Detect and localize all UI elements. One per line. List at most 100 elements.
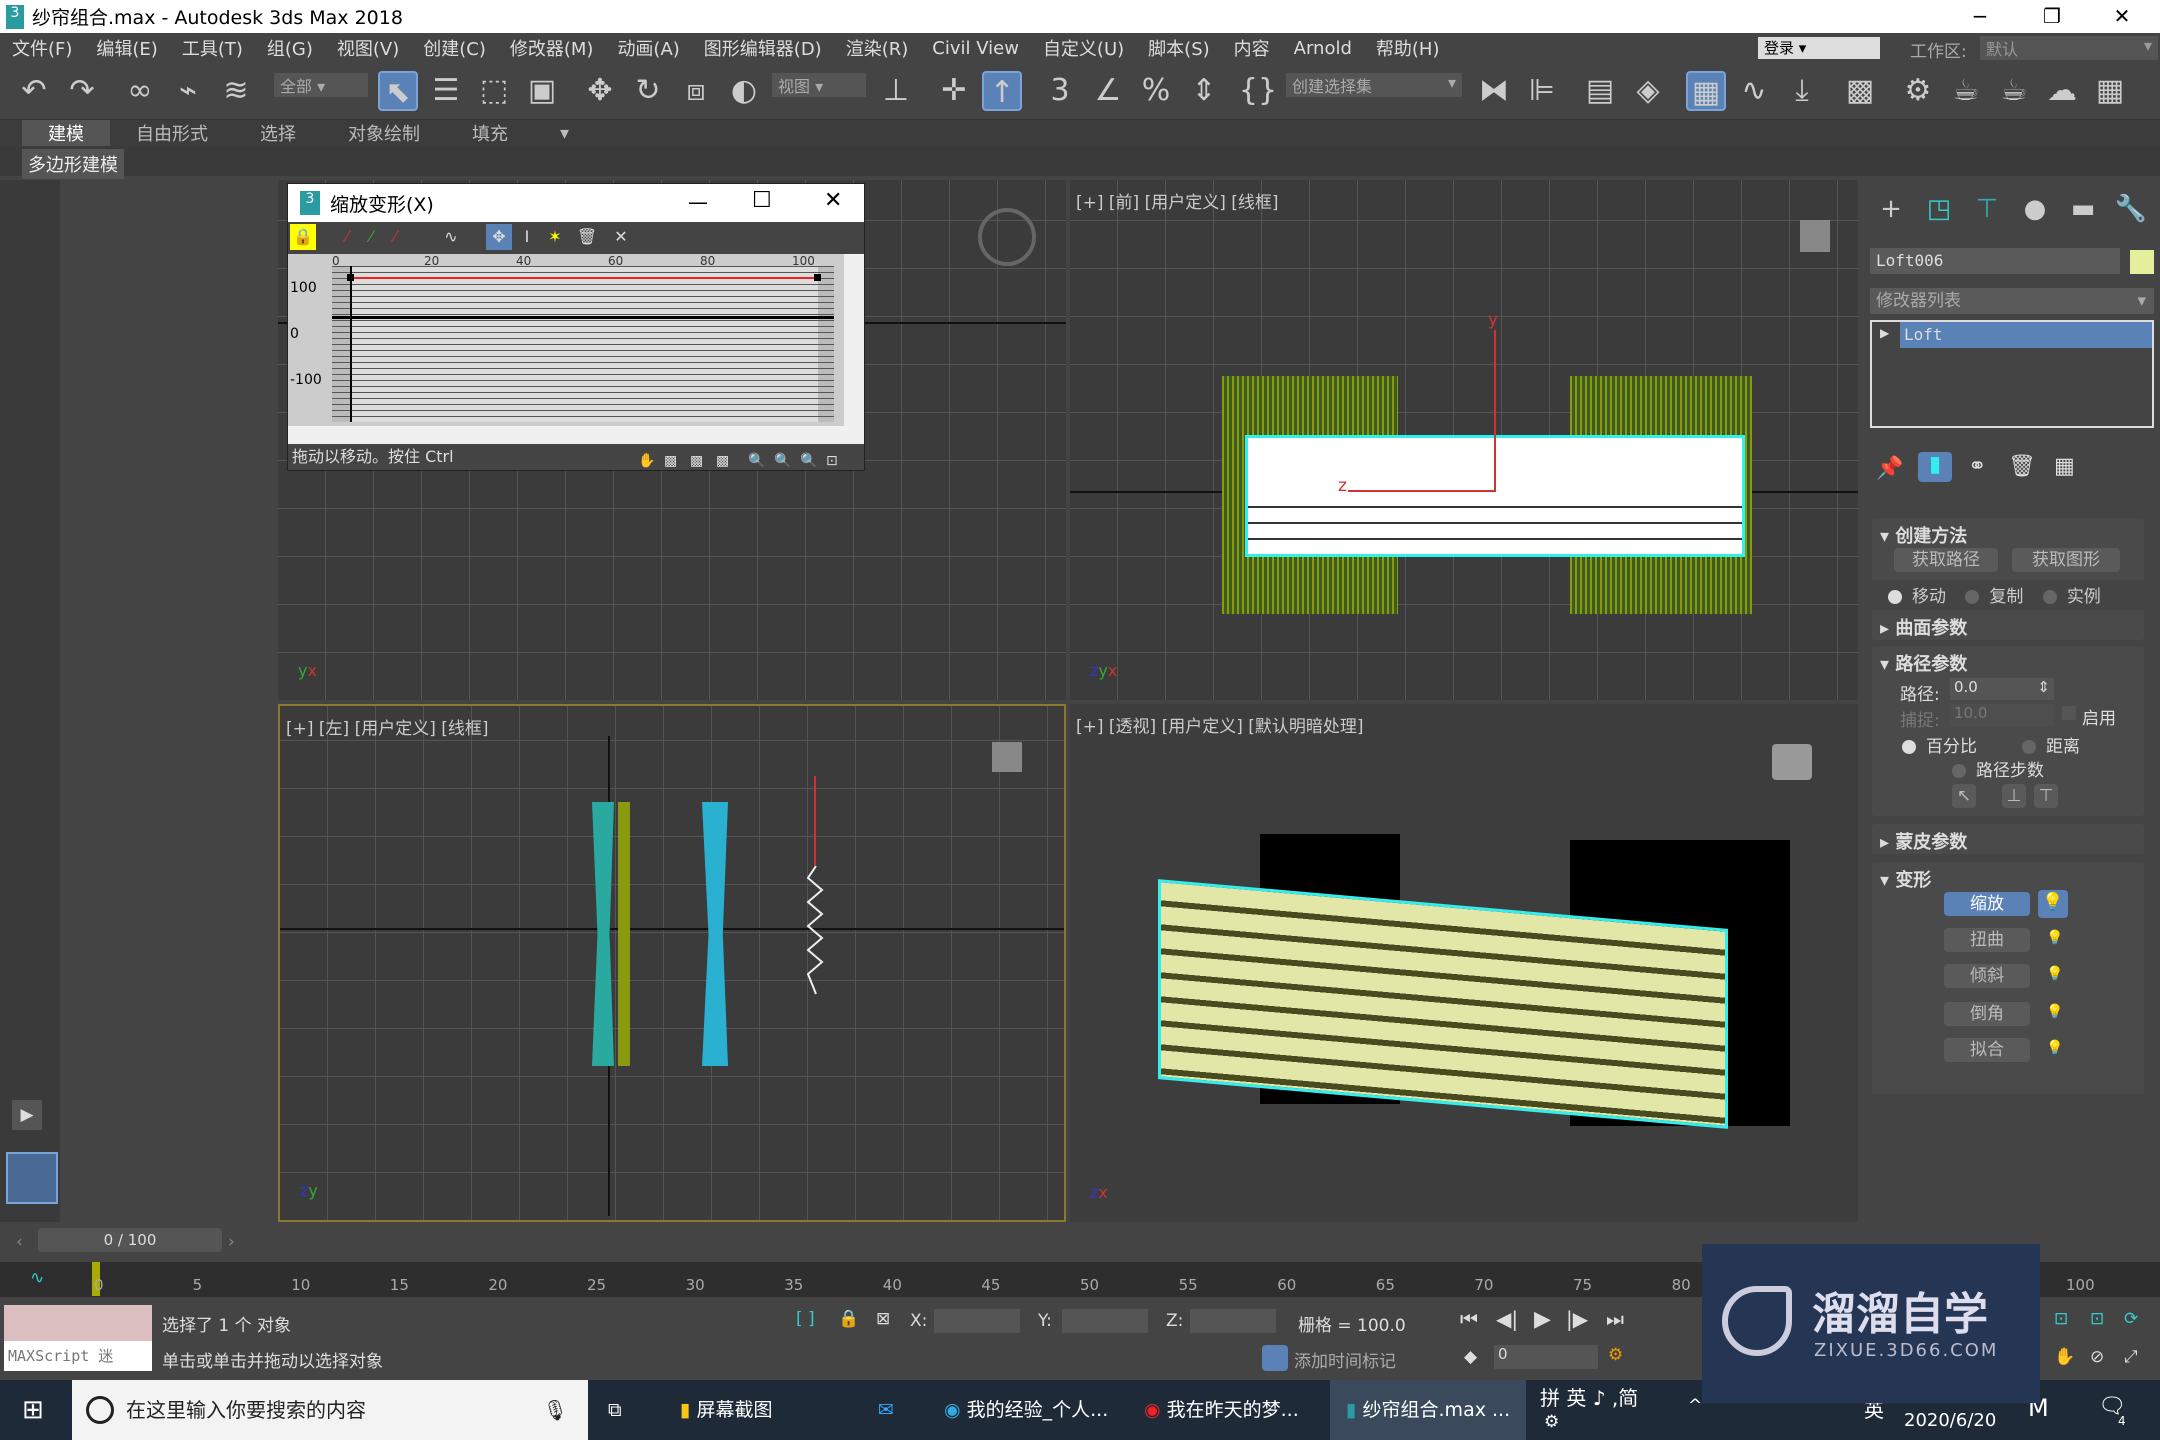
named-selection-icon[interactable]: {} bbox=[1238, 71, 1278, 111]
time-tag-icon[interactable] bbox=[1262, 1345, 1288, 1371]
next-shape-icon[interactable]: ⊤ bbox=[2034, 784, 2058, 808]
percent-snap-icon[interactable]: % bbox=[1136, 71, 1176, 111]
absolute-mode-icon[interactable]: ⊠ bbox=[876, 1309, 890, 1329]
curve-editor-icon[interactable]: ∿ bbox=[1734, 71, 1774, 111]
rollout-header[interactable]: ▾ 变形 bbox=[1872, 862, 2144, 892]
hierarchy-tab-icon[interactable]: ⊤ bbox=[1964, 194, 2010, 234]
isolate-selection-icon[interactable]: [ ] bbox=[796, 1309, 815, 1329]
add-time-tag-button[interactable]: 添加时间标记 bbox=[1294, 1347, 1396, 1372]
walk-through-icon[interactable]: ⊘ bbox=[2090, 1347, 2104, 1367]
configure-modifier-sets-icon[interactable]: ▦ bbox=[2054, 454, 2075, 479]
zoom-region-icon[interactable]: ⊡ bbox=[826, 448, 838, 474]
taskbar-search-box[interactable]: 在这里输入你要搜索的内容 🎙 bbox=[72, 1380, 588, 1440]
polygon-modeling-label[interactable]: 多边形建模 bbox=[22, 149, 124, 179]
scale-toggle-lightbulb-icon[interactable]: 💡 bbox=[2038, 890, 2068, 918]
menu-civil-view[interactable]: Civil View bbox=[920, 38, 1031, 59]
rollout-surface-parameters[interactable]: ▸ 曲面参数 bbox=[1872, 610, 2144, 640]
menu-graph-editors[interactable]: 图形编辑器(D) bbox=[692, 35, 834, 61]
delete-control-point-icon[interactable]: 🗑 bbox=[574, 224, 600, 250]
taskbar-app-netease-music[interactable]: ◉ 我在昨天的梦... bbox=[1144, 1380, 1299, 1440]
z-coordinate-field[interactable] bbox=[1190, 1309, 1276, 1333]
zoom-vertical-icon[interactable]: 🔍 bbox=[774, 448, 791, 474]
field-of-view-icon[interactable]: ⊡ bbox=[2090, 1309, 2104, 1329]
tab-populate[interactable]: 填充 bbox=[446, 120, 534, 146]
mail-icon[interactable]: ✉ bbox=[878, 1380, 894, 1440]
modifier-stack[interactable]: Loft ▶ bbox=[1870, 320, 2154, 428]
select-by-name-icon[interactable]: ☰ bbox=[426, 71, 466, 111]
rendered-frame-icon[interactable]: ☕ bbox=[1946, 71, 1986, 111]
prev-frame-icon[interactable]: ‹ bbox=[16, 1232, 23, 1252]
rollout-header[interactable]: ▾ 创建方法 bbox=[1872, 518, 2144, 548]
taskbar-date[interactable]: 2020/6/20 bbox=[1904, 1410, 1996, 1431]
viewport-front[interactable]: [+] [前] [用户定义] [线框] y z zyx bbox=[1070, 180, 1858, 700]
make-unique-icon[interactable]: ⚭ bbox=[1968, 454, 1986, 479]
render-setup-icon[interactable]: ⚙ bbox=[1898, 71, 1938, 111]
mirror-icon[interactable]: ⧓ bbox=[1474, 71, 1514, 111]
previous-shape-icon[interactable]: ⊥ bbox=[2002, 784, 2026, 808]
viewport-left[interactable]: [+] [左] [用户定义] [线框] zy bbox=[278, 704, 1066, 1222]
render-icon[interactable]: ☕ bbox=[1994, 71, 2034, 111]
zoom-extents-all-icon[interactable]: ⊡ bbox=[2054, 1309, 2068, 1329]
x-coordinate-field[interactable] bbox=[934, 1309, 1020, 1333]
enable-checkbox[interactable] bbox=[2062, 706, 2076, 720]
pan-view-icon[interactable]: ✋ bbox=[2054, 1347, 2075, 1367]
show-end-result-icon[interactable]: ▮ bbox=[1918, 452, 1952, 482]
minimize-button[interactable]: − bbox=[1950, 0, 2010, 33]
fit-toggle-lightbulb-icon[interactable]: 💡 bbox=[2046, 1040, 2063, 1056]
zoom-horizontal-extents-icon[interactable]: ▩ bbox=[690, 448, 703, 474]
viewport-perspective[interactable]: [+] [透视] [用户定义] [默认明暗处理] zx bbox=[1070, 704, 1858, 1222]
next-frame-icon[interactable]: |▶ bbox=[1566, 1307, 1588, 1331]
rotate-icon[interactable]: ↻ bbox=[628, 71, 668, 111]
dialog-maximize-button[interactable]: ☐ bbox=[752, 188, 772, 213]
twist-toggle-lightbulb-icon[interactable]: 💡 bbox=[2046, 930, 2063, 946]
snap-spinner[interactable]: 10.0 bbox=[1950, 704, 2054, 726]
display-y-axis-icon[interactable]: ⁄ bbox=[358, 224, 384, 250]
radio-distance[interactable] bbox=[2022, 740, 2036, 754]
task-view-icon[interactable]: ⧉ bbox=[608, 1380, 622, 1440]
zoom-vertical-extents-icon[interactable]: ▩ bbox=[716, 448, 729, 474]
path-spinner[interactable]: 0.0 ⇕ bbox=[1950, 678, 2054, 700]
make-symmetrical-icon[interactable]: 🔒 bbox=[290, 224, 316, 250]
viewport-label[interactable]: [+] [左] [用户定义] [线框] bbox=[286, 714, 489, 739]
get-path-button[interactable]: 获取路径 bbox=[1894, 548, 1998, 572]
display-x-axis-icon[interactable]: ⁄ bbox=[334, 224, 360, 250]
motion-tab-icon[interactable]: ● bbox=[2012, 194, 2058, 234]
current-frame-field[interactable]: 0 bbox=[1494, 1345, 1598, 1369]
tray-overflow-icon[interactable]: ^ bbox=[1688, 1396, 1702, 1416]
viewcube-icon[interactable] bbox=[992, 742, 1022, 772]
go-to-start-icon[interactable]: ⏮ bbox=[1460, 1307, 1478, 1331]
scale-control-point-icon[interactable]: I bbox=[514, 224, 540, 250]
modifier-list-dropdown[interactable]: 修改器列表 ▾ bbox=[1870, 288, 2154, 314]
viewport-layout-icon[interactable]: ▦ bbox=[2090, 71, 2130, 111]
y-coordinate-field[interactable] bbox=[1062, 1309, 1148, 1333]
object-name-field[interactable]: Loft006 bbox=[1870, 248, 2120, 274]
deform-fit-button[interactable]: 拟合 bbox=[1944, 1038, 2030, 1062]
deformation-graph[interactable]: 0 20 40 60 80 100 100 0 -100 bbox=[288, 254, 844, 426]
menu-scripting[interactable]: 脚本(S) bbox=[1136, 35, 1221, 61]
placement-icon[interactable]: ◐ bbox=[724, 71, 764, 111]
rect-selection-icon[interactable]: ⬚ bbox=[474, 71, 514, 111]
microphone-icon[interactable]: 🎙 bbox=[543, 1380, 568, 1440]
settings-gear-icon[interactable]: ⚙ bbox=[1544, 1412, 1559, 1432]
zoom-horizontal-icon[interactable]: 🔍 bbox=[748, 448, 765, 474]
control-point[interactable] bbox=[347, 274, 354, 281]
maxscript-listener[interactable] bbox=[4, 1305, 152, 1341]
ime-toolbar[interactable]: 拼 英 ♪ ,简 bbox=[1540, 1382, 1638, 1411]
menu-tools[interactable]: 工具(T) bbox=[170, 35, 255, 61]
keyboard-shortcut-toggle-icon[interactable]: ↑ bbox=[982, 71, 1022, 111]
get-shape-button[interactable]: 获取图形 bbox=[2012, 548, 2120, 572]
windows-start-icon[interactable]: ⊞ bbox=[22, 1380, 44, 1440]
spinner-snap-icon[interactable]: ⇕ bbox=[1184, 71, 1224, 111]
vertical-scrollbar[interactable] bbox=[844, 254, 864, 426]
layer-explorer-icon[interactable]: ◈ bbox=[1628, 71, 1668, 111]
selection-lock-icon[interactable]: 🔒 bbox=[838, 1309, 859, 1329]
menu-edit[interactable]: 编辑(E) bbox=[84, 35, 169, 61]
angle-snap-icon[interactable]: ∠ bbox=[1088, 71, 1128, 111]
selection-filter-dropdown[interactable]: 全部 ▾ bbox=[274, 73, 368, 97]
key-mode-icon[interactable]: ◆ bbox=[1464, 1347, 1477, 1367]
remove-modifier-icon[interactable]: 🗑 bbox=[2008, 454, 2036, 479]
redo-icon[interactable]: ↷ bbox=[62, 71, 102, 111]
ribbon-toggle-icon[interactable]: ▦ bbox=[1686, 71, 1726, 111]
viewport-layout-button[interactable] bbox=[6, 1152, 58, 1204]
menu-view[interactable]: 视图(V) bbox=[325, 35, 411, 61]
